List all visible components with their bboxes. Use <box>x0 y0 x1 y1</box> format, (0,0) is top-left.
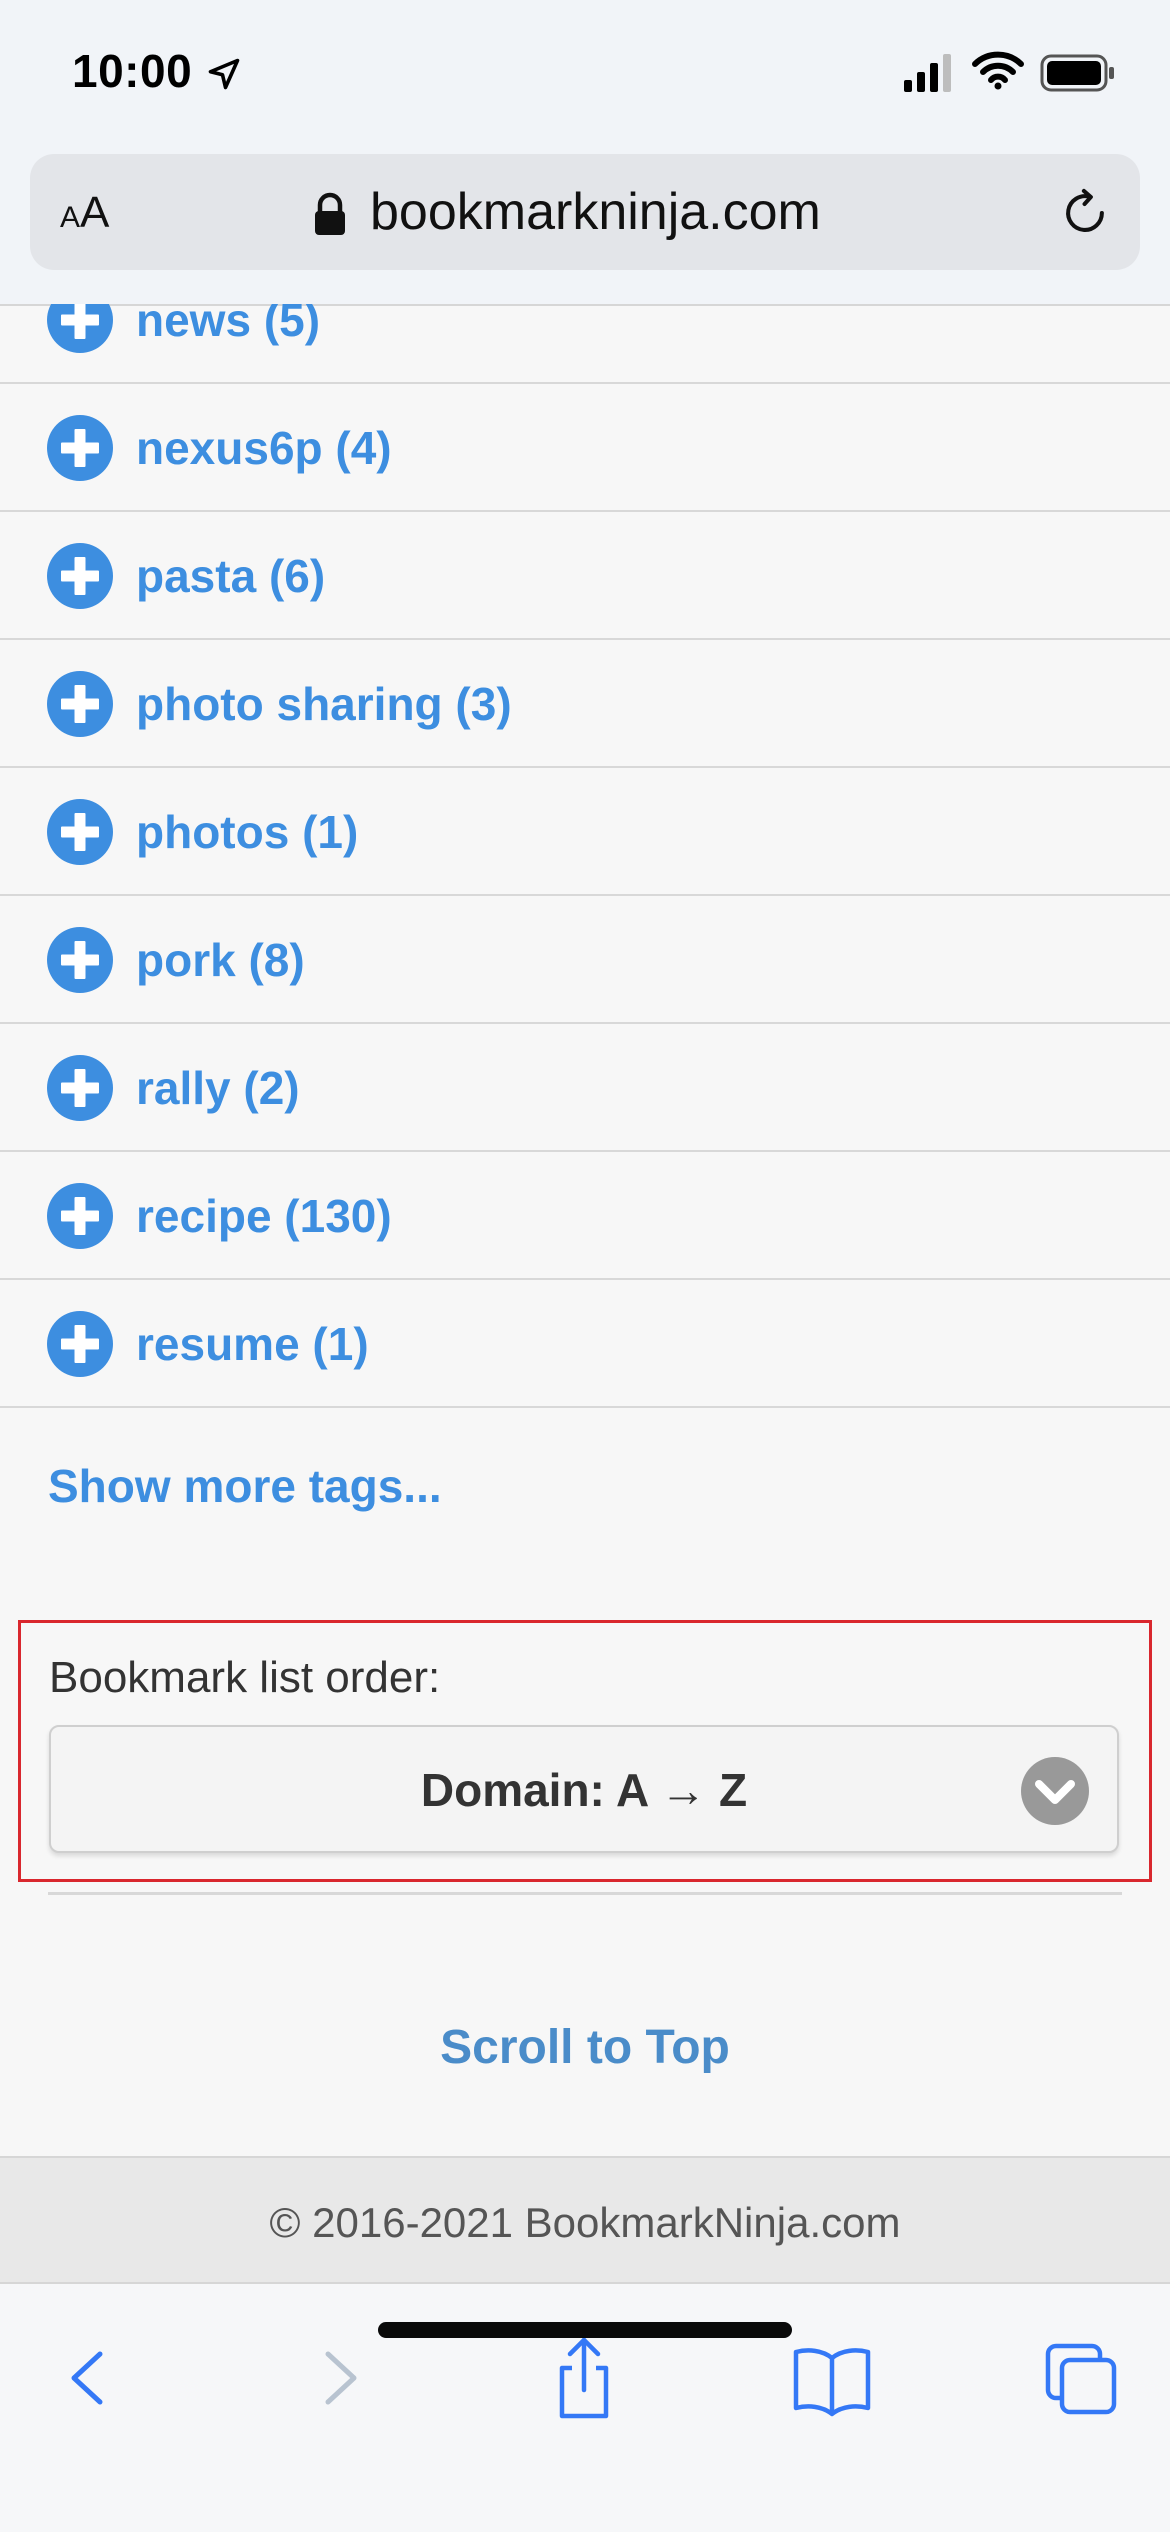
tag-label[interactable]: nexus6p (4) <box>136 422 392 474</box>
tag-label[interactable]: pork (8) <box>136 934 305 986</box>
tabs-icon[interactable] <box>1030 2328 1130 2428</box>
browser-address-area: AA bookmarkninja.com <box>0 150 1170 306</box>
tag-row[interactable]: pork (8) <box>0 896 1170 1024</box>
tag-row[interactable]: pasta (6) <box>0 512 1170 640</box>
divider <box>48 1892 1122 1895</box>
share-icon[interactable] <box>534 2328 634 2428</box>
plus-circle-icon[interactable] <box>47 927 113 993</box>
copyright-text: © 2016-2021 BookmarkNinja.com <box>269 2199 901 2246</box>
plus-circle-icon[interactable] <box>47 1311 113 1377</box>
location-arrow-icon <box>208 58 240 90</box>
footer: © 2016-2021 BookmarkNinja.com <box>0 2156 1170 2282</box>
home-indicator <box>378 2322 792 2338</box>
address-bar[interactable]: AA bookmarkninja.com <box>30 154 1140 270</box>
tag-row[interactable]: rally (2) <box>0 1024 1170 1152</box>
tag-label[interactable]: photos (1) <box>136 806 358 858</box>
bookmarks-icon[interactable] <box>782 2328 882 2428</box>
tag-label[interactable]: recipe (130) <box>136 1190 392 1242</box>
plus-circle-icon[interactable] <box>47 304 113 353</box>
wifi-icon <box>972 51 1024 90</box>
bookmark-order-label: Bookmark list order: <box>49 1653 441 1702</box>
chevron-down-circle-icon <box>1021 1757 1089 1825</box>
cellular-signal-icon <box>904 54 951 92</box>
text-size-button[interactable]: AA <box>60 188 109 238</box>
plus-circle-icon[interactable] <box>47 671 113 737</box>
scroll-to-top-link[interactable]: Scroll to Top <box>0 2018 1170 2078</box>
forward-icon[interactable] <box>290 2328 390 2428</box>
plus-circle-icon[interactable] <box>47 799 113 865</box>
bookmark-order-select[interactable]: Domain: A → Z <box>49 1725 1119 1853</box>
bookmark-order-section: Bookmark list order: Domain: A → Z <box>18 1620 1152 1882</box>
status-bar: 10:00 <box>0 0 1170 150</box>
bookmark-order-value: Domain: A → Z <box>420 1764 748 1816</box>
tag-row[interactable]: news (5) <box>0 304 1170 384</box>
tag-label[interactable]: pasta (6) <box>136 550 325 602</box>
plus-circle-icon[interactable] <box>47 1055 113 1121</box>
reload-icon[interactable] <box>1058 186 1112 240</box>
show-more-tags-link[interactable]: Show more tags... <box>48 1458 442 1514</box>
plus-circle-icon[interactable] <box>47 415 113 481</box>
tag-row[interactable]: photo sharing (3) <box>0 640 1170 768</box>
tag-row[interactable]: nexus6p (4) <box>0 384 1170 512</box>
status-time: 10:00 <box>72 45 193 97</box>
lock-icon <box>315 192 345 235</box>
tag-label[interactable]: news (5) <box>136 304 320 346</box>
browser-toolbar <box>0 2282 1170 2532</box>
url-text[interactable]: bookmarkninja.com <box>370 182 821 242</box>
tag-row[interactable]: photos (1) <box>0 768 1170 896</box>
back-icon[interactable] <box>36 2328 136 2428</box>
tag-label[interactable]: photo sharing (3) <box>136 678 512 730</box>
tag-row[interactable]: recipe (130) <box>0 1152 1170 1280</box>
tag-label[interactable]: resume (1) <box>136 1318 369 1370</box>
plus-circle-icon[interactable] <box>47 543 113 609</box>
battery-icon <box>1040 54 1114 92</box>
plus-circle-icon[interactable] <box>47 1183 113 1249</box>
tag-label[interactable]: rally (2) <box>136 1062 300 1114</box>
tag-row[interactable]: resume (1) <box>0 1280 1170 1408</box>
tag-list: news (5) nexus6p (4) pasta (6) photo sha… <box>0 304 1170 1408</box>
